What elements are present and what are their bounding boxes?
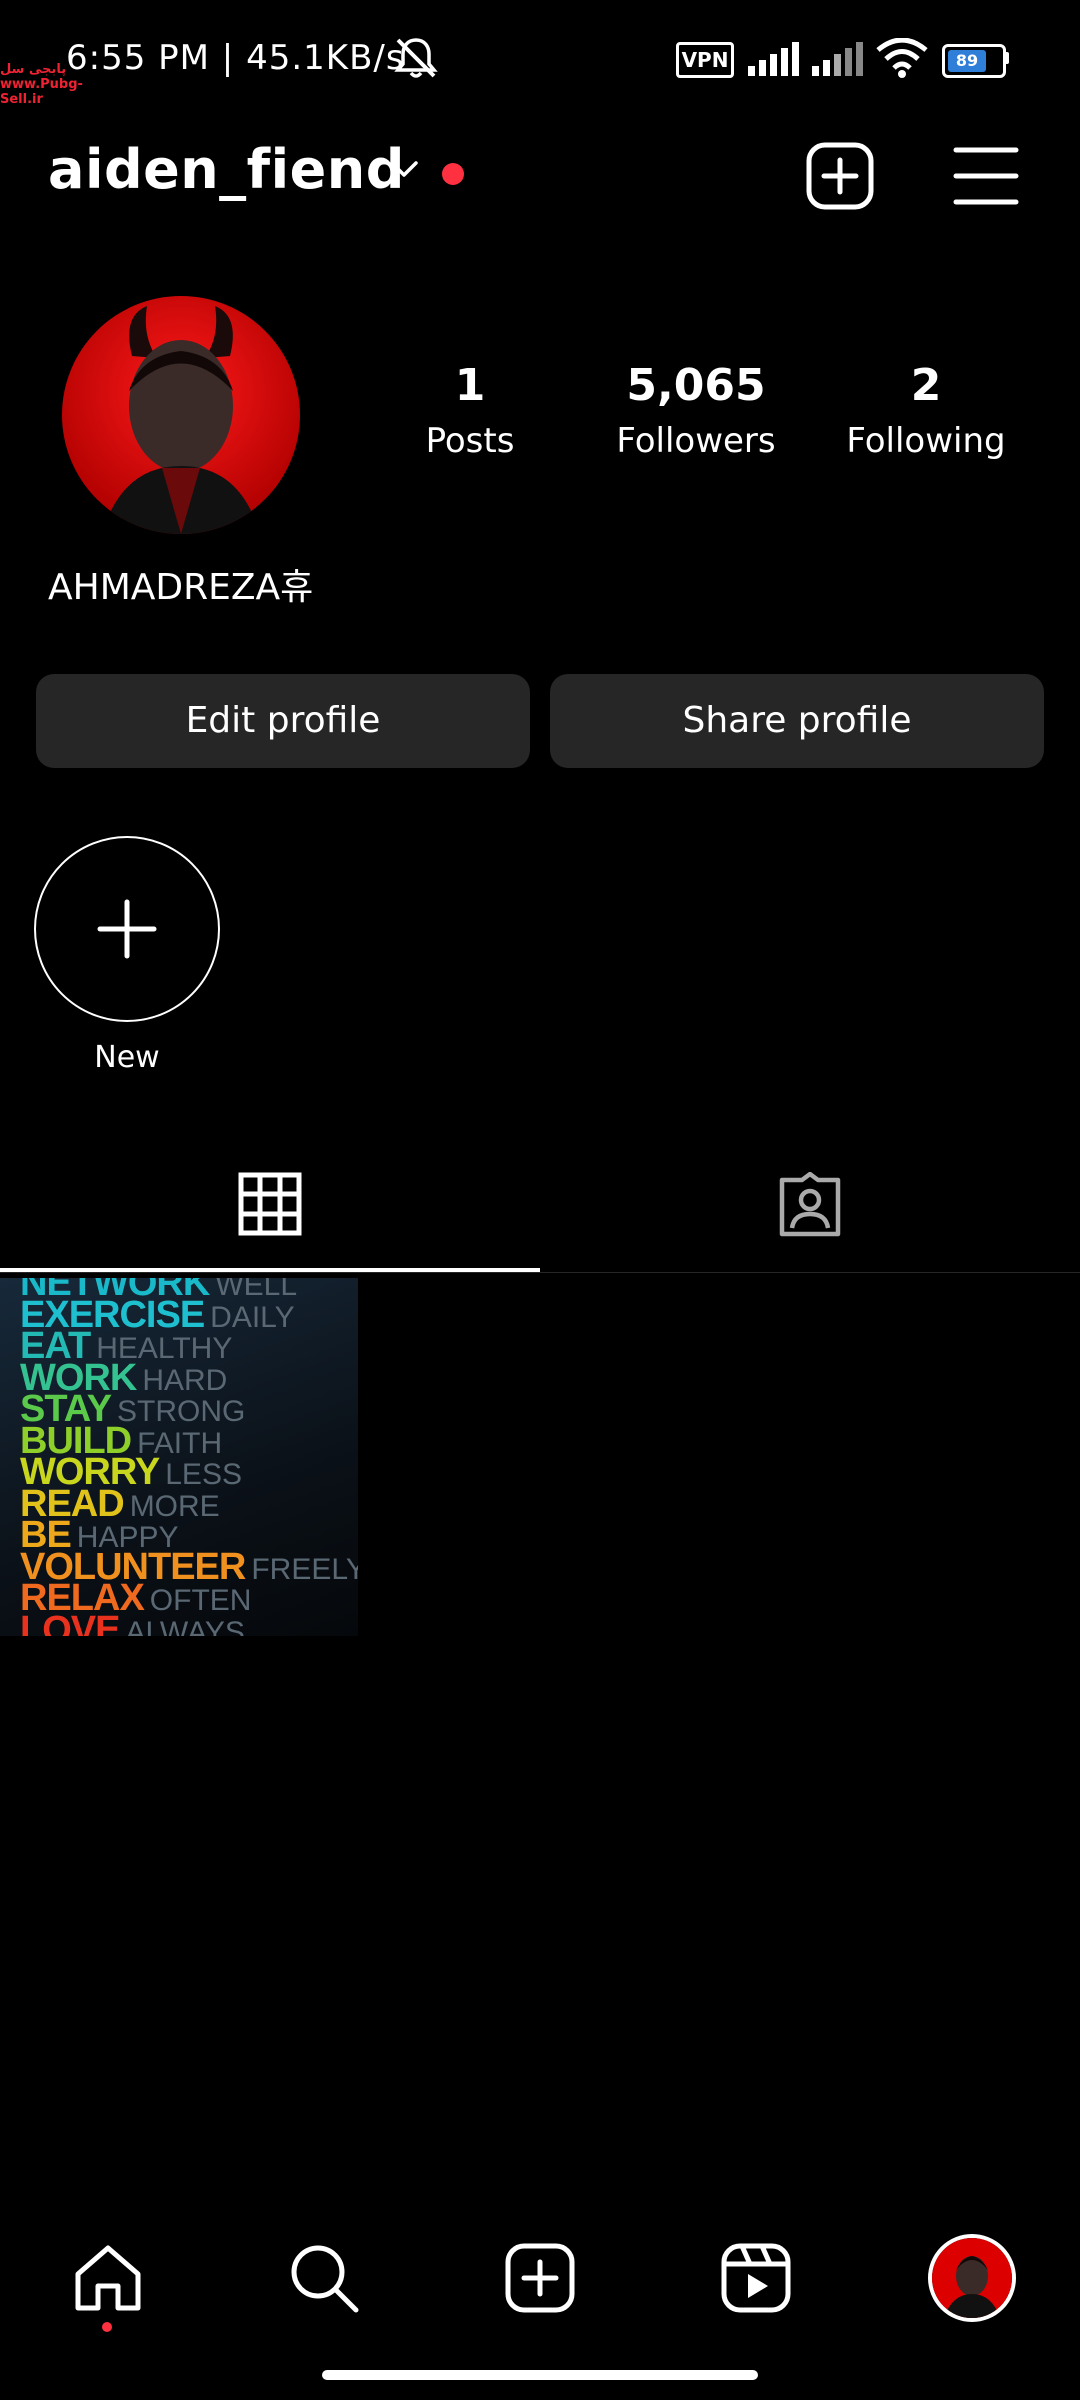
watermark: پابجی سل www.Pubg-Sell.ir [0,62,83,107]
post-word-light: FREELY [251,1552,358,1586]
chevron-down-icon[interactable] [388,158,420,180]
tagged-icon [779,1172,841,1237]
create-icon[interactable] [502,2240,578,2316]
tab-tagged[interactable] [540,1150,1080,1270]
stat-posts[interactable]: 1 Posts [370,360,570,461]
new-highlight-button[interactable] [34,836,220,1022]
signal-icon [748,42,799,76]
post-text-line: LOVE ALWAYS [20,1611,245,1637]
stat-following-label: Following [846,421,1006,461]
reels-icon[interactable] [718,2240,794,2316]
battery-nub [1004,52,1009,64]
grid-icon [238,1172,302,1236]
tab-posts-grid[interactable] [0,1150,540,1270]
search-icon[interactable] [286,2240,362,2316]
battery-icon: 89 [942,44,1006,78]
create-post-icon[interactable] [804,140,876,212]
wifi-icon [876,38,928,78]
battery-level: 89 [948,50,986,72]
stat-following-number: 2 [910,360,942,411]
stat-followers-number: 5,065 [626,360,766,411]
share-profile-button[interactable]: Share profile [550,674,1044,768]
stat-followers[interactable]: 5,065 Followers [596,360,796,461]
avatar-image [62,296,300,534]
profile-avatar[interactable] [62,296,300,534]
mute-icon [394,38,438,78]
post-word-light: ALWAYS [125,1615,245,1636]
edit-profile-button[interactable]: Edit profile [36,674,530,768]
display-name: AHMADREZA휴 [48,567,314,608]
stat-followers-label: Followers [616,421,776,461]
vpn-badge: VPN [676,42,734,78]
home-indicator[interactable] [322,2370,758,2380]
stat-posts-label: Posts [425,421,515,461]
signal-icon [812,42,863,76]
avatar-image [932,2238,1012,2318]
stat-following[interactable]: 2 Following [826,360,1026,461]
post-thumbnail[interactable]: NETWORK WELL EXERCISE DAILY EAT HEALTHY WORK HA… [0,1278,358,1636]
status-bar: 6:55 PM | 45.1KB/s پابجی سل www.Pubg-Sel… [0,0,1080,110]
plus-icon [97,899,157,959]
notification-dot [442,163,464,185]
tab-divider [0,1272,1080,1273]
profile-tab-avatar[interactable] [928,2234,1016,2322]
home-notification-dot [102,2322,112,2332]
status-time-speed: 6:55 PM | 45.1KB/s [66,38,405,78]
new-highlight-label: New [94,1040,160,1075]
post-word-bold: LOVE [20,1608,120,1637]
account-username[interactable]: aiden_fiend [48,138,405,201]
home-icon[interactable] [70,2240,146,2316]
stat-posts-number: 1 [454,360,486,411]
menu-icon[interactable] [950,140,1022,212]
